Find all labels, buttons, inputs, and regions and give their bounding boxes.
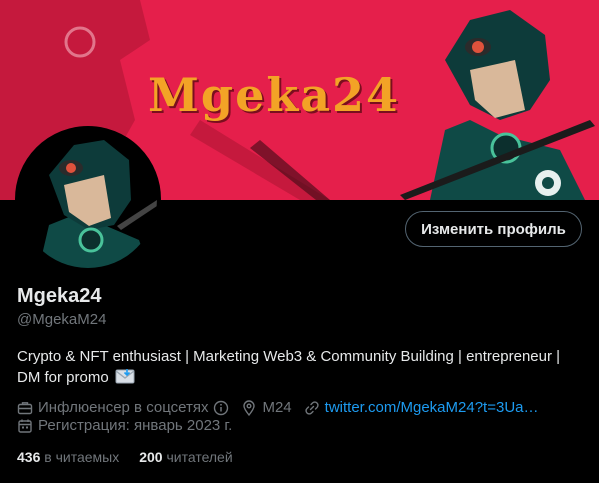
followers-link[interactable]: 200 читателей xyxy=(139,449,232,465)
banner-title: Mgeka24 xyxy=(148,68,401,122)
edit-profile-button[interactable]: Изменить профиль xyxy=(405,211,582,247)
location-pin-icon xyxy=(241,399,257,416)
profile-avatar[interactable] xyxy=(15,126,161,272)
profile-bio: Crypto & NFT enthusiast | Marketing Web3… xyxy=(17,347,587,391)
user-handle: @MgekaM24 xyxy=(17,311,107,328)
joined-item: Регистрация: январь 2023 г. xyxy=(17,417,232,434)
followers-label: читателей xyxy=(166,449,233,465)
category-text: Инфлюенсер в соцсетях xyxy=(38,399,209,416)
category-item: Инфлюенсер в соцсетях xyxy=(17,399,229,416)
display-name: Mgeka24 xyxy=(17,285,102,307)
following-count: 436 xyxy=(17,449,41,465)
location-text: M24 xyxy=(262,399,292,416)
bio-text: Crypto & NFT enthusiast | Marketing Web3… xyxy=(17,348,561,386)
joined-text: Регистрация: январь 2023 г. xyxy=(38,417,233,434)
following-link[interactable]: 436 в читаемых xyxy=(17,449,119,465)
envelope-emoji-icon xyxy=(115,367,135,391)
avatar-artwork xyxy=(19,130,157,268)
location-item: M24 xyxy=(241,399,292,416)
follow-stats: 436 в читаемых 200 читателей xyxy=(17,449,253,465)
profile-joined-row: Регистрация: январь 2023 г. xyxy=(17,417,244,434)
info-icon[interactable] xyxy=(213,400,229,416)
website-item[interactable]: twitter.com/MgekaM24?t=3Ua… xyxy=(304,399,539,416)
briefcase-icon xyxy=(17,400,33,416)
calendar-icon xyxy=(17,418,33,434)
profile-meta-row: Инфлюенсер в соцсетях M24 twitter.com/Mg… xyxy=(17,399,551,416)
following-label: в читаемых xyxy=(44,449,120,465)
followers-count: 200 xyxy=(139,449,163,465)
website-link[interactable]: twitter.com/MgekaM24?t=3Ua… xyxy=(325,399,539,416)
link-icon xyxy=(304,400,320,416)
